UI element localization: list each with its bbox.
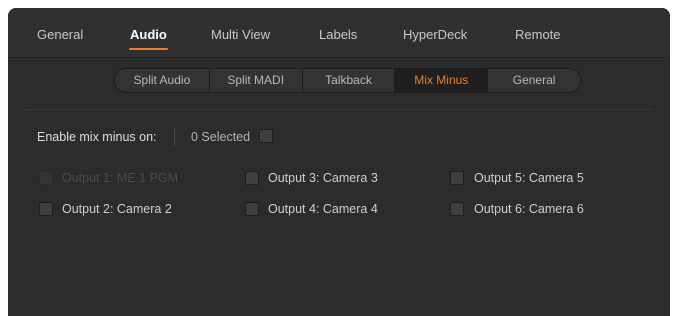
tab-multi-view[interactable]: Multi View — [211, 27, 270, 42]
main-tab-bar: General Audio Multi View Labels HyperDec… — [8, 8, 670, 58]
subtab-mix-minus[interactable]: Mix Minus — [395, 69, 489, 92]
selected-count: 0 Selected — [191, 130, 251, 144]
tab-hyperdeck[interactable]: HyperDeck — [403, 27, 467, 42]
output-1-label: Output 1: ME 1 PGM — [62, 171, 179, 185]
output-4-checkbox[interactable] — [245, 202, 259, 216]
output-1-checkbox — [39, 171, 53, 185]
subtab-talkback[interactable]: Talkback — [303, 69, 396, 92]
output-6-checkbox[interactable] — [450, 202, 464, 216]
output-3-label[interactable]: Output 3: Camera 3 — [268, 171, 378, 185]
enable-mix-minus-label: Enable mix minus on: — [37, 130, 157, 144]
output-5-label[interactable]: Output 5: Camera 5 — [474, 171, 584, 185]
tab-general[interactable]: General — [37, 27, 83, 42]
output-2-checkbox[interactable] — [39, 202, 53, 216]
tab-audio[interactable]: Audio — [129, 27, 168, 50]
select-all-checkbox[interactable] — [259, 129, 273, 143]
output-6-label[interactable]: Output 6: Camera 6 — [474, 202, 584, 216]
subtab-split-madi[interactable]: Split MADI — [210, 69, 303, 92]
tab-labels[interactable]: Labels — [319, 27, 357, 42]
settings-panel: General Audio Multi View Labels HyperDec… — [8, 8, 670, 316]
output-5-checkbox[interactable] — [450, 171, 464, 185]
audio-sub-tabs: Split Audio Split MADI Talkback Mix Minu… — [114, 68, 581, 93]
output-3-checkbox[interactable] — [245, 171, 259, 185]
tab-remote[interactable]: Remote — [515, 27, 561, 42]
vertical-separator — [174, 127, 175, 146]
subtab-general[interactable]: General — [488, 69, 580, 92]
section-divider — [26, 109, 652, 110]
output-2-label[interactable]: Output 2: Camera 2 — [62, 202, 172, 216]
output-4-label[interactable]: Output 4: Camera 4 — [268, 202, 378, 216]
subtab-split-audio[interactable]: Split Audio — [115, 69, 210, 92]
